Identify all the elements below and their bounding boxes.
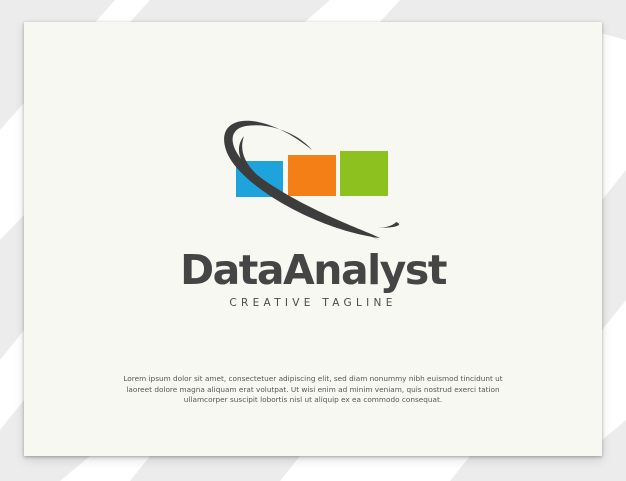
stripe-bottom-middle [130, 456, 300, 481]
logo-bar-orange [288, 155, 336, 196]
brand-tagline: CREATIVE TAGLINE [229, 297, 397, 309]
brand-name: DataAnalyst [180, 246, 447, 294]
logo-swoosh-tail [378, 222, 400, 228]
body-text: Lorem ipsum dolor sit amet, consectetuer… [123, 374, 503, 405]
logo-bar-green [340, 151, 388, 196]
stripe-right-mid [602, 170, 626, 330]
stripe-top-middle [130, 0, 330, 22]
logo-card: DataAnalyst CREATIVE TAGLINE Lorem ipsum… [24, 22, 602, 456]
stripe-left-mid [0, 215, 24, 360]
